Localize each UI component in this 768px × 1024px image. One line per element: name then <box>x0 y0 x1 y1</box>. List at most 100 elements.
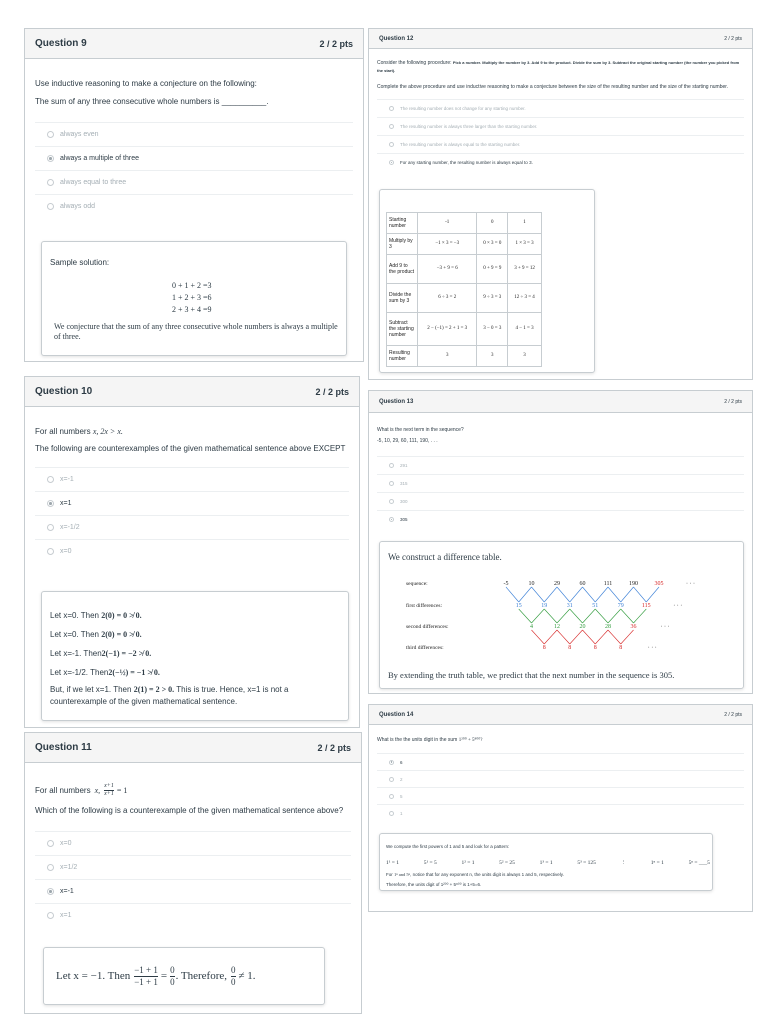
answer-option[interactable]: 305 <box>377 510 744 528</box>
answer-option[interactable]: The resulting number does not change for… <box>377 99 744 117</box>
radio-selected-icon[interactable] <box>47 155 54 162</box>
answer-option[interactable]: 2 <box>377 770 744 787</box>
procedure-prefix: Consider the following procedure: <box>377 60 452 66</box>
answer-option[interactable]: The resulting number is always three lar… <box>377 117 744 135</box>
answer-option[interactable]: always odd <box>35 194 353 218</box>
solution-line-math: 2(0) = 0 ≯ 0. <box>101 611 142 620</box>
answer-option[interactable]: x=1 <box>35 903 351 927</box>
radio-selected-icon[interactable] <box>389 517 394 522</box>
fraction-denominator: −1 + 1 <box>134 976 158 987</box>
continuation-dots: · · · <box>661 624 670 630</box>
radio-icon[interactable] <box>389 142 394 147</box>
question-14-header: Question 14 2 / 2 pts <box>369 705 752 725</box>
solution-neq: ≠ 1. <box>238 970 256 982</box>
radio-icon[interactable] <box>47 203 54 210</box>
table-cell: −1 × 3 = −3 <box>416 233 478 255</box>
solution-fraction-1: −1 + 1 −1 + 1 <box>134 965 158 988</box>
answer-option-label: x=-1 <box>60 476 74 483</box>
difference-value: 60 <box>580 581 586 587</box>
solution-line-text: Let x=0. Then <box>50 611 102 620</box>
solution-let: Let x = −1. Then <box>56 970 131 982</box>
answer-option[interactable]: 1 <box>377 804 744 821</box>
answer-option[interactable]: always a multiple of three <box>35 146 353 170</box>
connector-line <box>646 586 660 603</box>
continuation-dots: · · · <box>686 581 695 587</box>
answer-option[interactable]: x=1/2 <box>35 855 351 879</box>
connector-line <box>531 608 545 624</box>
connector-line <box>595 629 609 645</box>
connector-line <box>556 586 570 603</box>
radio-icon[interactable] <box>389 481 394 486</box>
radio-icon[interactable] <box>389 793 394 799</box>
connector-line <box>582 608 596 624</box>
question-10-header: Question 10 2 / 2 pts <box>25 377 359 407</box>
power-expression: 5¹ = 5 <box>423 860 437 866</box>
table-cell: 3 <box>476 345 509 367</box>
line3-math: 1ⁿ and 5ⁿ <box>394 872 411 877</box>
answer-option[interactable]: always equal to three <box>35 170 353 194</box>
radio-icon[interactable] <box>47 131 54 138</box>
table-cell: 1 × 3 = 3 <box>507 233 542 255</box>
answer-option[interactable]: 300 <box>377 492 744 510</box>
radio-icon[interactable] <box>47 864 54 871</box>
radio-icon[interactable] <box>47 476 54 483</box>
radio-selected-icon[interactable] <box>47 500 54 507</box>
question-14-solution-box: We compute the first powers of 1 and 5 a… <box>379 833 713 891</box>
radio-icon[interactable] <box>389 810 394 816</box>
answer-option[interactable]: x=-1/2 <box>35 515 349 539</box>
solution-line4: Therefore, the units digit of 1²⁰⁰ + 5⁸⁰… <box>386 882 482 887</box>
radio-icon[interactable] <box>389 124 394 129</box>
radio-icon[interactable] <box>47 912 54 919</box>
solution-line-text: Let x=-1/2. Then <box>50 668 109 677</box>
answer-option[interactable]: x=0 <box>35 539 349 563</box>
radio-selected-icon[interactable] <box>389 759 394 765</box>
radio-selected-icon[interactable] <box>389 160 394 165</box>
final-pre: But, if we let x=1. Then <box>50 685 134 694</box>
answer-option[interactable]: x=1 <box>35 491 349 515</box>
difference-value: 8 <box>568 645 571 651</box>
answer-option-label: always a multiple of three <box>60 155 139 162</box>
radio-selected-icon[interactable] <box>47 888 54 895</box>
difference-table-diagram: sequence: first differences: second differ… <box>406 581 695 651</box>
answer-option[interactable]: 291 <box>377 456 744 474</box>
radio-icon[interactable] <box>389 776 394 782</box>
fraction-denominator: 0 <box>170 976 175 987</box>
radio-icon[interactable] <box>47 179 54 186</box>
table-row: Subtract the starting number 2 − (−1) = 2… <box>386 312 542 346</box>
final-post: This is true. Hence, x=1 is not a <box>174 685 289 694</box>
radio-icon[interactable] <box>389 463 394 468</box>
difference-value: 51 <box>592 603 598 609</box>
answer-option[interactable]: 5 <box>377 787 744 804</box>
answer-option-label: always odd <box>60 203 96 210</box>
table-cell: 12 ÷ 3 = 4 <box>507 283 542 313</box>
answer-option[interactable]: The resulting number is always equal to … <box>377 135 744 153</box>
answer-option[interactable]: 315 <box>377 474 744 492</box>
difference-value: 12 <box>554 624 560 630</box>
answer-option[interactable]: 6 <box>377 753 744 770</box>
radio-icon[interactable] <box>389 106 394 111</box>
row-label: first differences: <box>406 602 443 609</box>
question-10-statement: For all numbers x, 2x > x. <box>35 427 349 436</box>
answer-option-label: always even <box>60 131 99 138</box>
answer-option-label: x=-1 <box>60 888 74 895</box>
answer-option[interactable]: x=0 <box>35 831 351 855</box>
answer-option[interactable]: x=-1 <box>35 467 349 491</box>
radio-icon[interactable] <box>47 524 54 531</box>
fraction-denominator: x+1 <box>104 791 114 797</box>
fraction-numerator: −1 + 1 <box>134 964 158 977</box>
power-expression: 5³ = 125 <box>577 860 596 866</box>
table-cell: 2 − (−1) = 2 + 1 = 3 <box>416 312 478 346</box>
answer-option[interactable]: For any starting number, the resulting n… <box>377 153 744 171</box>
radio-icon[interactable] <box>47 840 54 847</box>
table-cell: 0 + 9 = 9 <box>476 254 509 284</box>
answer-option[interactable]: x=-1 <box>35 879 351 903</box>
question-12-solution-box: Starting number -1 0 1 Multiply by 3 −1 × 3 =… <box>379 189 595 373</box>
answer-option-label: x=0 <box>60 840 72 847</box>
answer-option[interactable]: always even <box>35 122 353 146</box>
radio-icon[interactable] <box>47 548 54 555</box>
connector-line <box>556 629 570 645</box>
equation-line: 1 + 2 + 3 =6 <box>172 293 212 302</box>
radio-icon[interactable] <box>389 499 394 504</box>
statement-x: x, <box>94 786 101 795</box>
question-10-final-line: But, if we let x=1. Then 2(1) = 2 > 0. T… <box>50 684 289 708</box>
